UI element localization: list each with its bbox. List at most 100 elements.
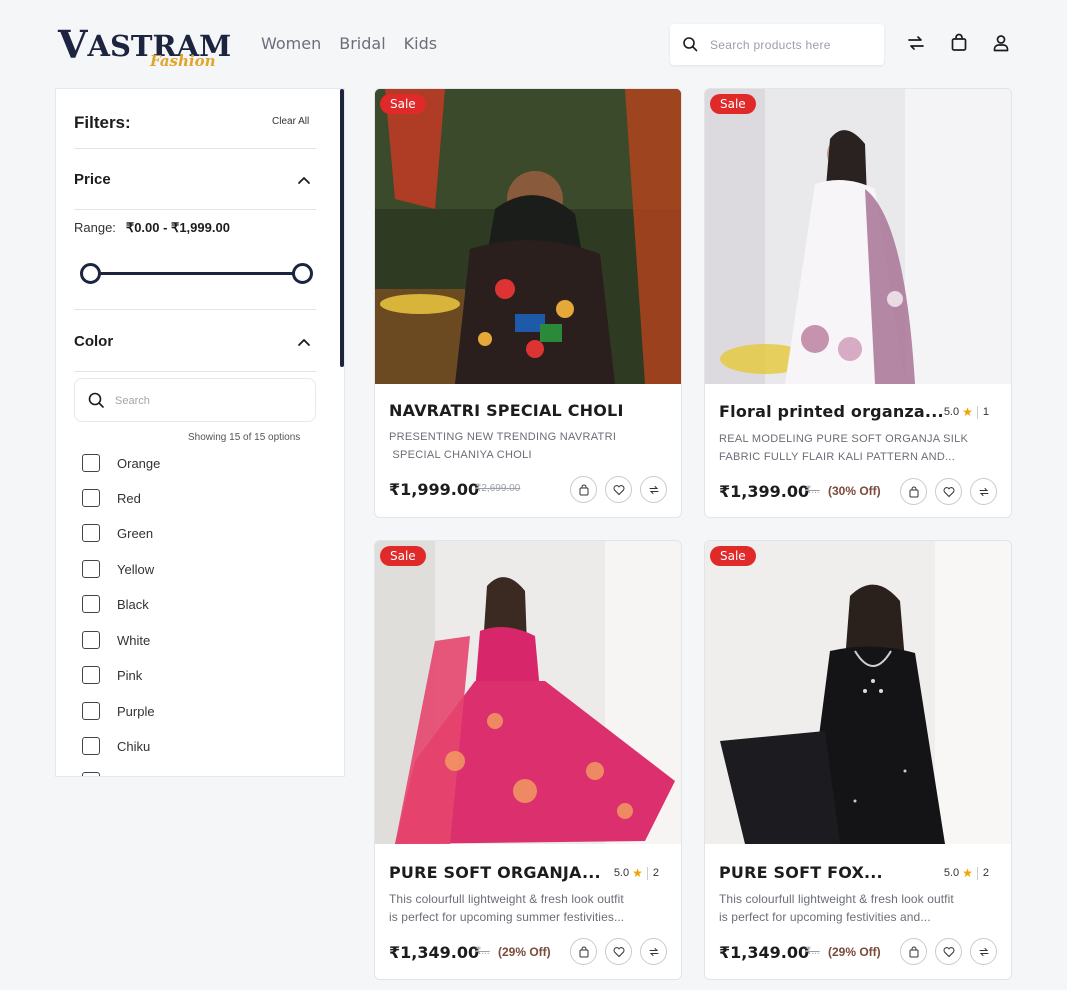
chevron-up-icon[interactable] (297, 175, 311, 185)
logo[interactable]: VASTRAM Fashion (58, 20, 233, 72)
search-input[interactable]: Search products here (670, 24, 884, 65)
wishlist-button[interactable] (605, 938, 632, 965)
star-icon: ★ (632, 866, 643, 880)
star-icon: ★ (962, 866, 973, 880)
product-card[interactable]: Sale NAVRATRI SPECIAL CHOLI PRESENTING N… (374, 88, 682, 518)
search-icon (88, 392, 104, 408)
price-range: Range: ₹0.00 - ₹1,999.00 (74, 220, 230, 236)
divider (74, 371, 316, 372)
product-description: This colourfull lightweight & fresh look… (389, 892, 625, 924)
color-option-green[interactable]: Green (82, 523, 153, 543)
add-to-bag-button[interactable] (900, 938, 927, 965)
star-icon: ★ (962, 405, 973, 419)
color-option-pink[interactable]: Pink (82, 665, 142, 685)
product-discount: (30% Off) (828, 484, 881, 498)
wishlist-button[interactable] (935, 938, 962, 965)
user-icon[interactable] (991, 33, 1011, 53)
add-to-bag-button[interactable] (570, 476, 597, 503)
filters-panel: Filters: Clear All Price Range: ₹0.00 - ₹… (55, 88, 345, 777)
compare-button[interactable] (640, 476, 667, 503)
compare-button[interactable] (970, 938, 997, 965)
color-option-chiku[interactable]: Chiku (82, 736, 150, 756)
product-price: ₹1,399.00 (719, 482, 810, 501)
compare-icon (649, 485, 658, 494)
product-image[interactable]: Sale (705, 89, 1011, 384)
color-option-yellow[interactable]: Yellow (82, 559, 154, 579)
product-discount: (29% Off) (828, 945, 881, 959)
product-image[interactable]: Sale (705, 541, 1011, 844)
color-option-black[interactable]: Black (82, 594, 149, 614)
product-description: PRESENTING NEW TRENDING NAVRATRI SPECIAL… (389, 431, 617, 461)
product-name[interactable]: NAVRATRI SPECIAL CHOLI (389, 401, 624, 420)
color-option-partial[interactable] (82, 771, 100, 776)
sale-badge: Sale (710, 546, 756, 566)
product-rating: 5.0 ★ 1 (943, 405, 989, 419)
product-card[interactable]: Sale Floral printed organza... 5.0 ★ 1 REA… (704, 88, 1012, 518)
color-option-red[interactable]: Red (82, 488, 141, 508)
main-nav: Women Bridal Kids (261, 34, 437, 53)
wishlist-button[interactable] (605, 476, 632, 503)
nav-bridal[interactable]: Bridal (339, 34, 385, 53)
add-to-bag-button[interactable] (900, 478, 927, 505)
product-price: ₹1,999.00 (389, 480, 480, 499)
product-image[interactable]: Sale (375, 89, 681, 384)
color-section-title[interactable]: Color (74, 333, 113, 350)
product-name[interactable]: Floral printed organza... (719, 402, 944, 421)
product-name[interactable]: PURE SOFT FOX... (719, 863, 883, 882)
checkbox[interactable] (82, 702, 100, 720)
bag-icon (909, 486, 918, 497)
checkbox[interactable] (82, 666, 100, 684)
sale-badge: Sale (380, 94, 426, 114)
search-placeholder: Search products here (710, 38, 831, 52)
bag-icon (579, 484, 588, 495)
price-slider-track[interactable] (90, 272, 302, 275)
checkbox[interactable] (82, 772, 100, 776)
compare-button[interactable] (970, 478, 997, 505)
checkbox[interactable] (82, 737, 100, 755)
checkbox[interactable] (82, 595, 100, 613)
product-description: REAL MODELING PURE SOFT ORGANJA SILK FAB… (719, 433, 969, 463)
divider (74, 209, 316, 210)
price-slider-min-handle[interactable] (79, 263, 101, 284)
chevron-up-icon[interactable] (297, 337, 311, 347)
nav-kids[interactable]: Kids (404, 34, 437, 53)
color-search-placeholder: Search (115, 395, 150, 407)
filters-title: Filters: (74, 113, 131, 132)
options-count: Showing 15 of 15 options (188, 432, 301, 443)
filters-scrollbar[interactable] (340, 89, 344, 367)
compare-button[interactable] (640, 938, 667, 965)
checkbox[interactable] (82, 454, 100, 472)
logo-tagline: Fashion (150, 52, 216, 70)
clear-all-button[interactable]: Clear All (272, 116, 309, 127)
checkbox[interactable] (82, 524, 100, 542)
checkbox[interactable] (82, 489, 100, 507)
color-option-orange[interactable]: Orange (82, 453, 160, 473)
price-section-title[interactable]: Price (74, 171, 111, 188)
product-price: ₹1,349.00 (389, 943, 480, 962)
heart-icon (613, 484, 624, 495)
sale-badge: Sale (710, 94, 756, 114)
heart-icon (613, 946, 624, 957)
bag-icon[interactable] (949, 33, 969, 53)
product-price: ₹1,349.00 (719, 943, 810, 962)
product-mrp: ₹... (475, 946, 490, 957)
product-name[interactable]: PURE SOFT ORGANJA... (389, 863, 601, 882)
search-icon (683, 37, 698, 52)
price-slider-max-handle[interactable] (291, 263, 313, 284)
color-search-input[interactable]: Search (74, 378, 316, 422)
compare-icon[interactable] (906, 33, 926, 53)
product-card[interactable]: Sale PURE SOFT FOX... 5.0 ★ 2 This colourf… (704, 540, 1012, 980)
product-card[interactable]: Sale PURE SOFT ORGANJA... 5.0 ★ 2 This col… (374, 540, 682, 980)
checkbox[interactable] (82, 631, 100, 649)
checkbox[interactable] (82, 560, 100, 578)
color-option-purple[interactable]: Purple (82, 701, 155, 721)
heart-icon (943, 946, 954, 957)
product-image[interactable]: Sale (375, 541, 681, 844)
heart-icon (943, 486, 954, 497)
add-to-bag-button[interactable] (570, 938, 597, 965)
product-mrp: ₹... (805, 485, 820, 496)
product-description: This colourfull lightweight & fresh look… (719, 892, 954, 924)
color-option-white[interactable]: White (82, 630, 150, 650)
nav-women[interactable]: Women (261, 34, 321, 53)
wishlist-button[interactable] (935, 478, 962, 505)
